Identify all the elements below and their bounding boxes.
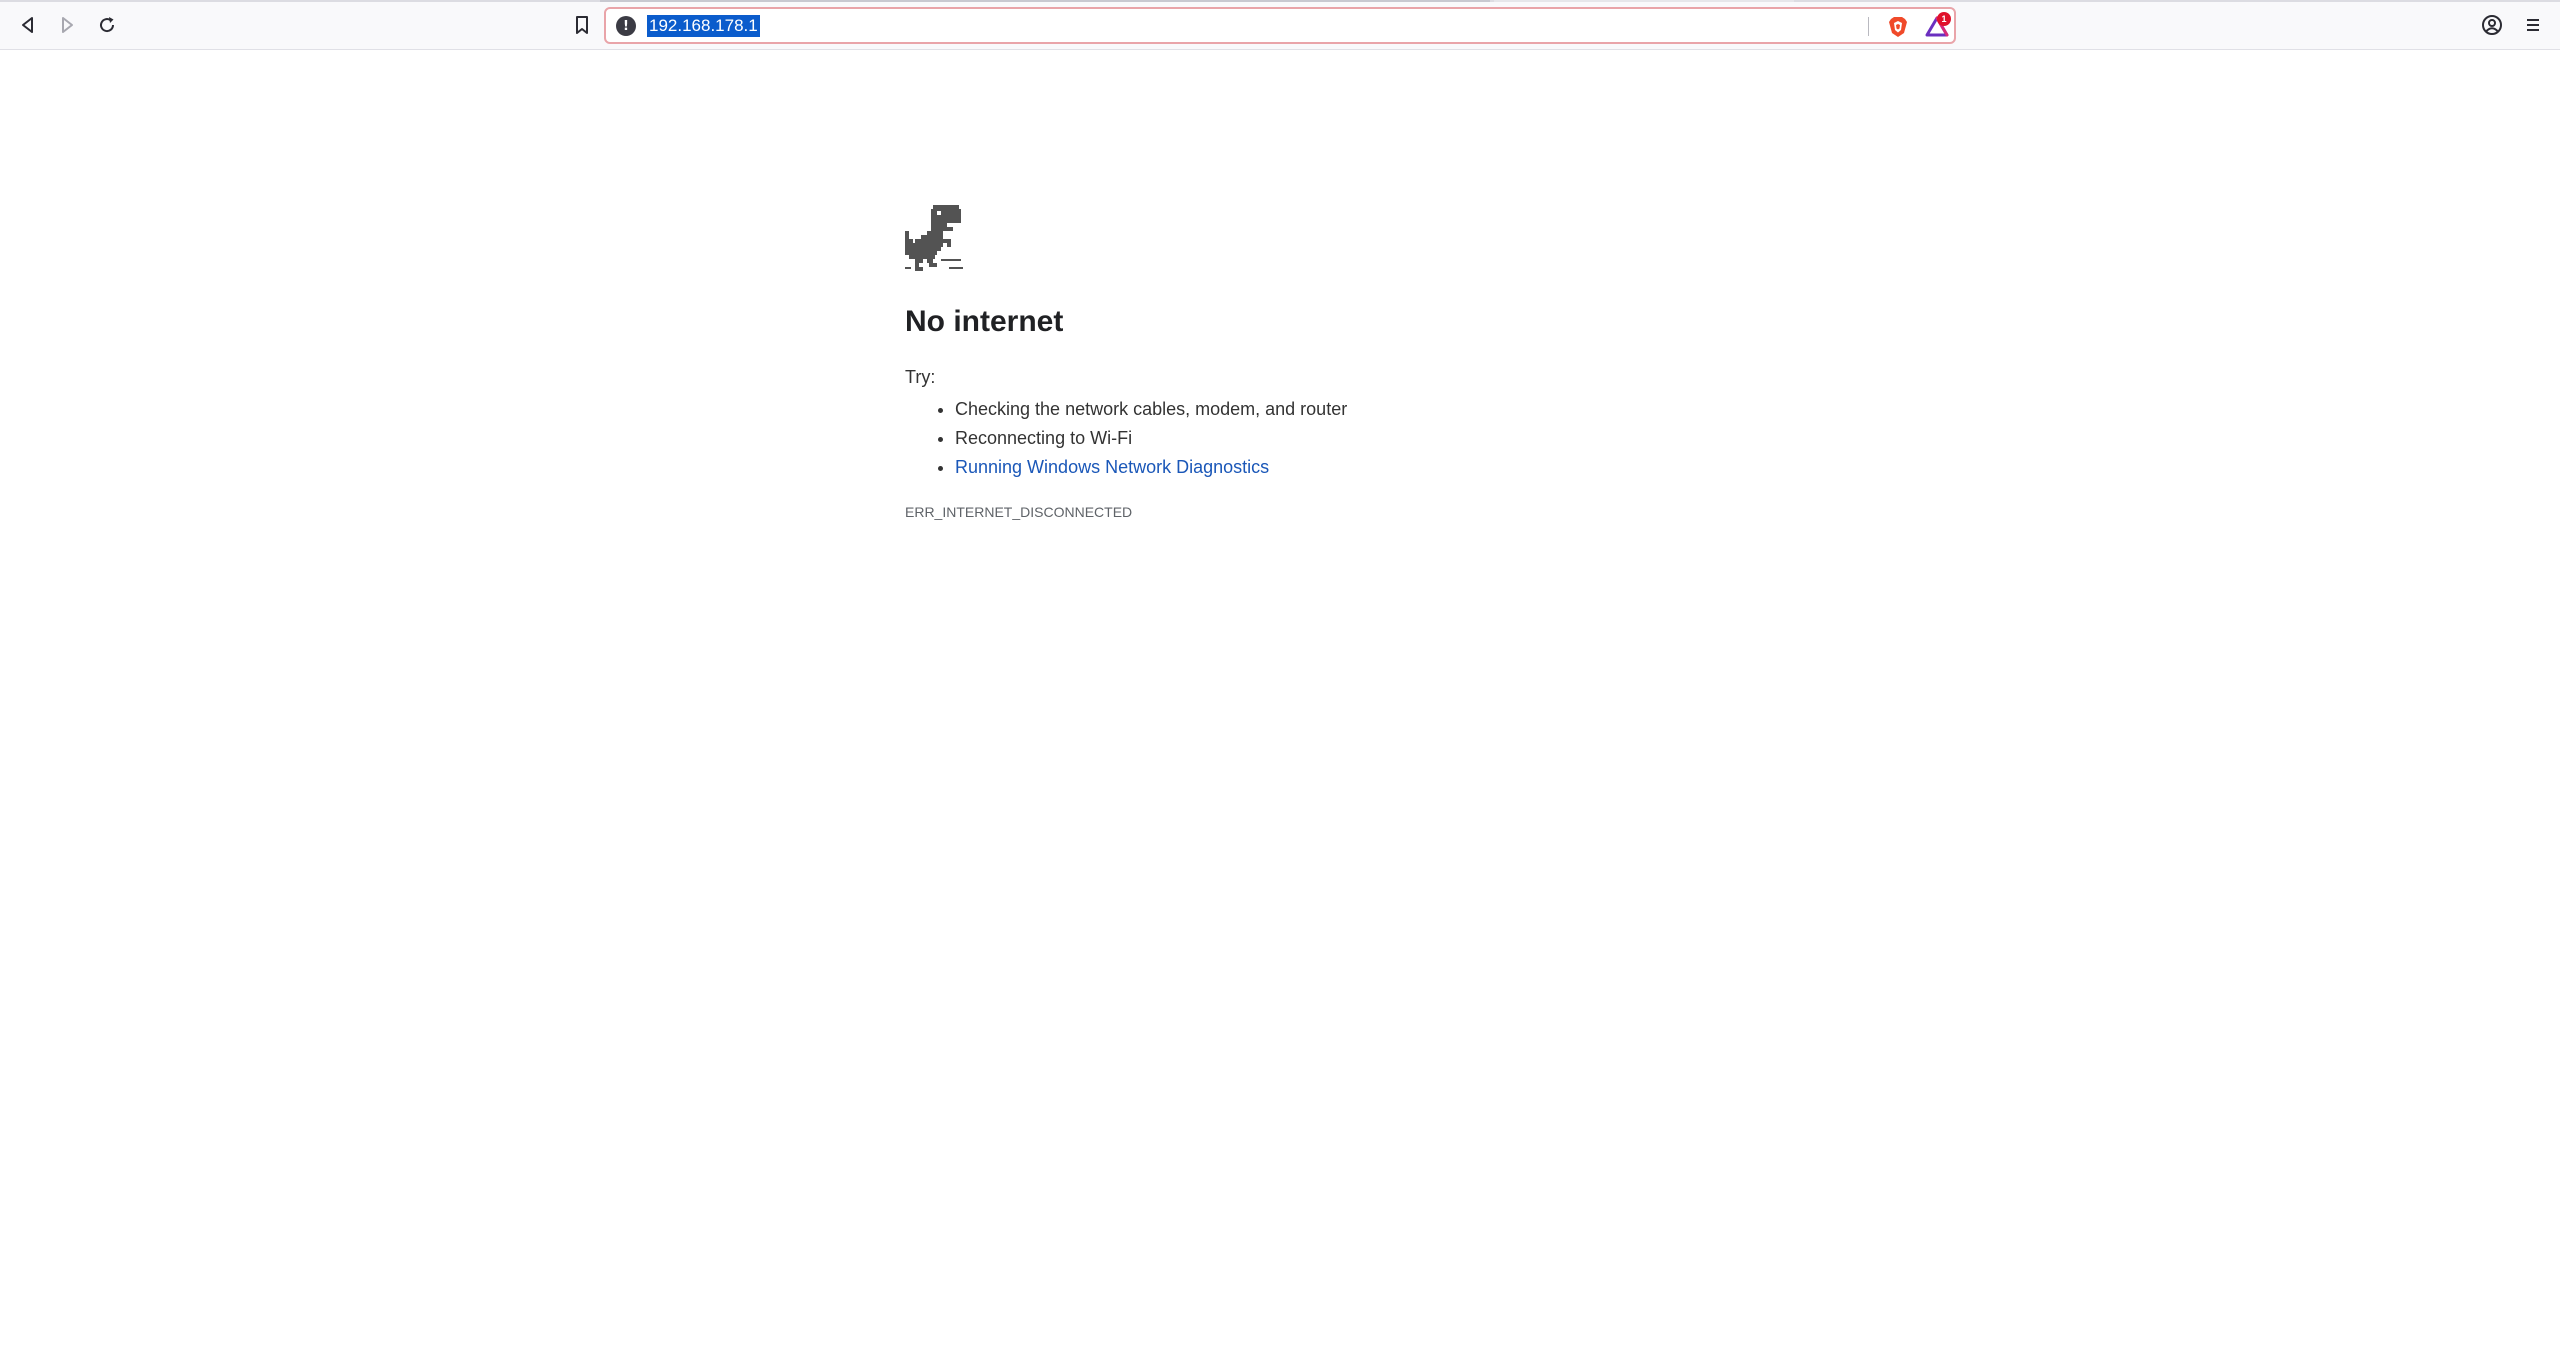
- tab-edge-segment: [600, 0, 1490, 2]
- forward-arrow-icon: [57, 15, 77, 35]
- offline-dinosaur-icon: [905, 205, 963, 271]
- tab-edge-segment: [1494, 0, 1794, 2]
- try-label: Try:: [905, 367, 936, 387]
- network-diagnostics-link[interactable]: Running Windows Network Diagnostics: [955, 457, 1269, 477]
- back-arrow-icon: [18, 15, 38, 35]
- list-item: Reconnecting to Wi-Fi: [955, 424, 1347, 453]
- info-warning-icon[interactable]: !: [616, 16, 636, 36]
- error-code: ERR_INTERNET_DISCONNECTED: [905, 504, 1133, 520]
- menu-button[interactable]: [2517, 9, 2549, 41]
- page-title: No internet: [905, 305, 1064, 338]
- address-bar[interactable]: ! 192.168.178.1 1: [604, 7, 1956, 44]
- profile-icon: [2481, 14, 2503, 36]
- list-item: Running Windows Network Diagnostics: [955, 453, 1347, 482]
- bookmark-button[interactable]: [566, 9, 598, 41]
- reload-icon: [97, 15, 117, 35]
- forward-button[interactable]: [51, 9, 83, 41]
- list-item: Checking the network cables, modem, and …: [955, 395, 1347, 424]
- profile-button[interactable]: [2476, 9, 2508, 41]
- bookmark-icon: [573, 15, 591, 35]
- rewards-badge: 1: [1937, 12, 1951, 26]
- tab-strip-edge: [0, 0, 2560, 2]
- suggestion-list: Checking the network cables, modem, and …: [905, 395, 1347, 482]
- brave-shields-icon[interactable]: [1885, 14, 1911, 40]
- back-button[interactable]: [12, 9, 44, 41]
- url-text[interactable]: 192.168.178.1: [647, 15, 760, 37]
- reload-button[interactable]: [91, 9, 123, 41]
- url-divider: [1868, 17, 1869, 36]
- browser-toolbar: ! 192.168.178.1 1: [0, 0, 2560, 50]
- hamburger-menu-icon: [2524, 16, 2542, 34]
